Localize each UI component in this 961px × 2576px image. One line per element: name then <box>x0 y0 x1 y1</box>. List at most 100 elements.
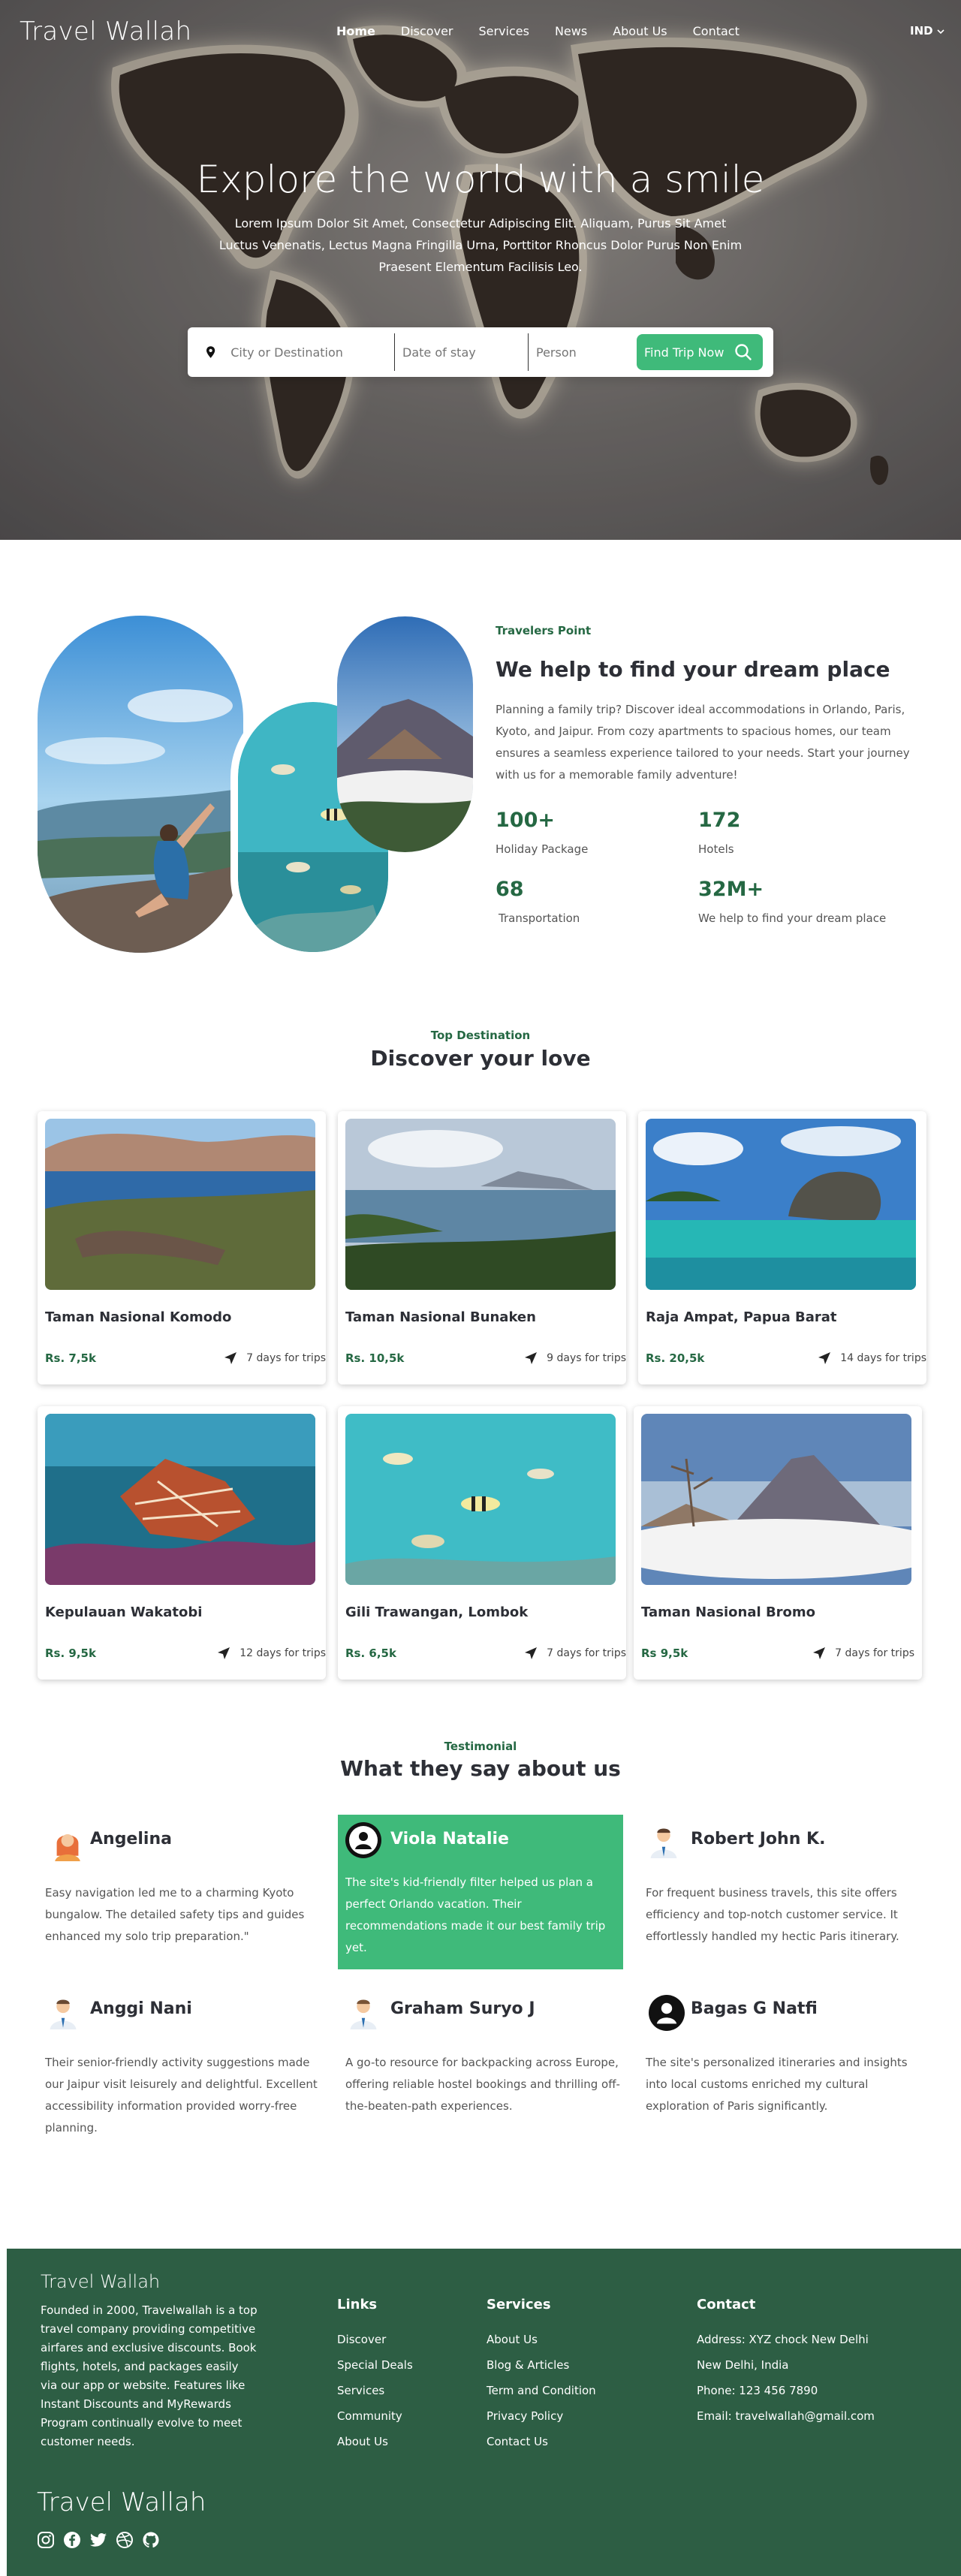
destination-price: Rs. 9,5k <box>45 1647 96 1660</box>
language-label: IND <box>910 24 933 38</box>
testimonial-quote: Easy navigation led me to a charming Kyo… <box>45 1886 305 1943</box>
nav-discover[interactable]: Discover <box>401 24 453 38</box>
date-field <box>395 333 529 371</box>
nav-contact[interactable]: Contact <box>693 24 740 38</box>
destination-card-wakatobi[interactable]: Kepulauan Wakatobi Rs. 9,5k 12 days for … <box>38 1406 326 1680</box>
destination-price: Rs. 20,5k <box>646 1351 705 1365</box>
footer-services-list: About Us Blog & Articles Term and Condit… <box>487 2333 596 2460</box>
avatar <box>345 1822 381 1858</box>
stat-holiday-package: 100+ Holiday Package <box>496 809 588 856</box>
nav-news[interactable]: News <box>555 24 587 38</box>
stat-label: Transportation <box>499 911 580 925</box>
dribbble-icon[interactable] <box>116 2531 134 2549</box>
navigation-arrow-icon <box>813 1647 826 1659</box>
footer-address: Address: XYZ chock New Delhi <box>697 2333 869 2346</box>
traveler-photo <box>38 616 243 953</box>
testimonials-eyebrow: Testimonial <box>444 1740 517 1753</box>
about-eyebrow: Travelers Point <box>496 624 592 637</box>
stat-label: Holiday Package <box>496 842 589 856</box>
find-trip-button[interactable]: Find Trip Now <box>637 334 763 370</box>
person-field <box>529 333 638 371</box>
person-input[interactable] <box>536 345 638 360</box>
footer-service-terms[interactable]: Term and Condition <box>487 2384 596 2409</box>
testimonial-quote: Their senior-friendly activity suggestio… <box>45 2056 318 2135</box>
destination-duration: 7 days for trips <box>524 1647 626 1660</box>
destination-card-komodo[interactable]: Taman Nasional Komodo Rs. 7,5k 7 days fo… <box>38 1111 326 1384</box>
destination-duration: 7 days for trips <box>812 1647 914 1660</box>
testimonial-quote: A go-to resource for backpacking across … <box>345 2056 620 2113</box>
avatar <box>650 1828 677 1858</box>
destination-image <box>345 1119 616 1290</box>
footer-service-blog[interactable]: Blog & Articles <box>487 2358 596 2384</box>
duration-label: 7 days for trips <box>246 1352 326 1364</box>
twitter-icon[interactable] <box>89 2531 107 2549</box>
nav-about-us[interactable]: About Us <box>613 24 667 38</box>
footer-link-services[interactable]: Services <box>337 2384 413 2409</box>
destination-duration: 12 days for trips <box>217 1647 326 1660</box>
stat-value: 100+ <box>496 809 555 832</box>
footer-contact-title: Contact <box>697 2297 756 2312</box>
brand-logo[interactable]: Travel Wallah <box>20 17 191 47</box>
stat-dream-place: 32M+ We help to find your dream place <box>698 878 886 925</box>
footer-brand-bottom[interactable]: Travel Wallah <box>37 2487 206 2517</box>
destination-image <box>646 1119 916 1290</box>
date-input[interactable] <box>402 345 528 360</box>
destination-input[interactable] <box>230 345 394 360</box>
footer-link-community[interactable]: Community <box>337 2409 413 2435</box>
destination-name: Taman Nasional Bromo <box>641 1604 816 1620</box>
destination-duration: 9 days for trips <box>524 1351 626 1365</box>
footer-city: New Delhi, India <box>697 2358 789 2372</box>
navigation-arrow-icon <box>525 1352 538 1364</box>
footer-link-special-deals[interactable]: Special Deals <box>337 2358 413 2384</box>
footer-service-privacy[interactable]: Privacy Policy <box>487 2409 596 2435</box>
stat-transportation: 68 Transportation <box>496 878 580 925</box>
destination-card-bromo[interactable]: Taman Nasional Bromo Rs 9,5k 7 days for … <box>634 1406 922 1680</box>
footer-email[interactable]: Email: travelwallah@gmail.com <box>697 2409 875 2435</box>
testimonial-quote: For frequent business travels, this site… <box>646 1886 899 1943</box>
nav-services[interactable]: Services <box>478 24 529 38</box>
destination-image <box>641 1414 911 1585</box>
destination-duration: 7 days for trips <box>224 1351 326 1365</box>
language-selector[interactable]: IND <box>910 24 944 38</box>
footer-services-title: Services <box>487 2297 551 2312</box>
instagram-icon[interactable] <box>37 2531 55 2549</box>
trip-search-bar: Find Trip Now <box>188 327 773 377</box>
destination-image <box>45 1119 315 1290</box>
chevron-down-icon <box>937 29 944 35</box>
testimonial-card: Robert John K. For frequent business tra… <box>646 1815 929 1969</box>
testimonial-name: Anggi Nani <box>90 1999 192 2018</box>
footer-brand[interactable]: Travel Wallah <box>41 2271 160 2292</box>
footer-links-list: Discover Special Deals Services Communit… <box>337 2333 413 2460</box>
location-pin-icon <box>206 346 215 358</box>
destination-duration: 14 days for trips <box>818 1351 926 1365</box>
destination-card-gili-trawangan[interactable]: Gili Trawangan, Lombok Rs. 6,5k 7 days f… <box>338 1406 626 1680</box>
avatar <box>649 1995 685 2031</box>
footer-about: Founded in 2000, Travelwallah is a top t… <box>41 2303 258 2448</box>
stat-value: 32M+ <box>698 878 764 901</box>
hero-title: Explore the world with a smile <box>196 158 765 201</box>
destination-name: Gili Trawangan, Lombok <box>345 1604 529 1620</box>
nav-home[interactable]: Home <box>336 24 375 38</box>
footer-service-contact[interactable]: Contact Us <box>487 2435 596 2460</box>
destination-card-bunaken[interactable]: Taman Nasional Bunaken Rs. 10,5k 9 days … <box>338 1111 626 1384</box>
footer-link-discover[interactable]: Discover <box>337 2333 413 2358</box>
duration-label: 12 days for trips <box>239 1647 326 1659</box>
avatar <box>350 1999 377 2029</box>
duration-label: 7 days for trips <box>547 1647 626 1659</box>
destination-card-raja-ampat[interactable]: Raja Ampat, Papua Barat Rs. 20,5k 14 day… <box>638 1111 926 1384</box>
testimonials-title: What they say about us <box>340 1756 621 1781</box>
testimonial-quote: The site's personalized itineraries and … <box>646 2056 908 2113</box>
stat-label: Hotels <box>698 842 734 856</box>
top-navbar: Travel Wallah Home Discover Services New… <box>0 0 961 65</box>
footer-link-about-us[interactable]: About Us <box>337 2435 413 2460</box>
destination-name: Taman Nasional Komodo <box>45 1309 232 1325</box>
destination-price: Rs 9,5k <box>641 1647 688 1660</box>
destinations-eyebrow: Top Destination <box>430 1029 531 1042</box>
facebook-icon[interactable] <box>63 2531 81 2549</box>
footer-phone: Phone: 123 456 7890 <box>697 2384 818 2397</box>
hero-section: Travel Wallah Home Discover Services New… <box>0 0 961 540</box>
testimonial-card: Bagas G Natfi The site's personalized it… <box>646 1984 929 2139</box>
footer-service-about-us[interactable]: About Us <box>487 2333 596 2358</box>
github-icon[interactable] <box>142 2531 160 2549</box>
stat-label: We help to find your dream place <box>698 911 887 925</box>
